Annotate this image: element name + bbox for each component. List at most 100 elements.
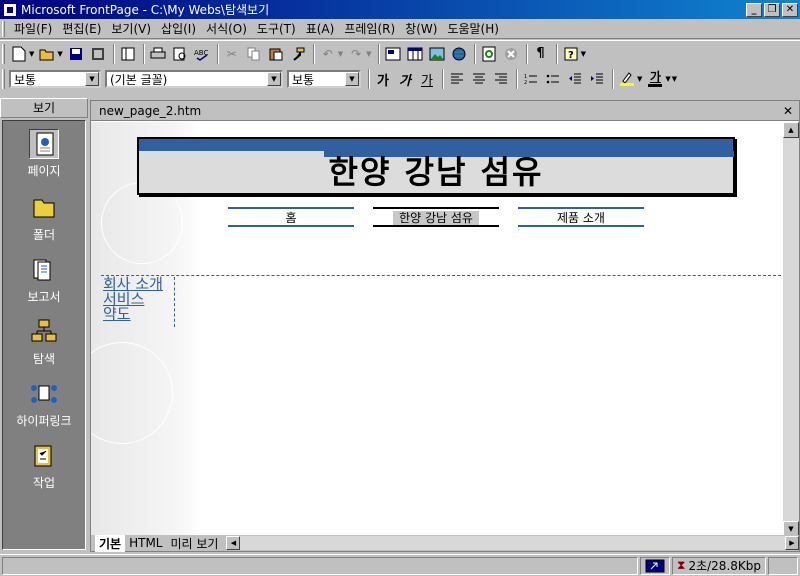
insert-component-icon[interactable] bbox=[383, 44, 403, 64]
menu-grip[interactable] bbox=[2, 20, 5, 37]
standard-toolbar: ▼ ▼ ABC ✂ ↶ ▼ ↷ ▼ ¶ ? ▼ bbox=[0, 40, 800, 66]
nav-button-products[interactable]: 제품 소개 bbox=[518, 207, 644, 227]
highlight-dropdown-icon[interactable]: ▼ bbox=[637, 75, 642, 83]
numbering-icon[interactable]: 12 bbox=[521, 69, 541, 89]
help-dropdown-icon[interactable]: ▼ bbox=[581, 50, 586, 58]
scroll-left-icon[interactable]: ◀ bbox=[226, 536, 241, 550]
underline-button[interactable]: 가 bbox=[417, 69, 437, 89]
web-component-icon[interactable] bbox=[449, 44, 469, 64]
highlight-icon[interactable] bbox=[617, 69, 637, 89]
print-icon[interactable] bbox=[148, 44, 168, 64]
paste-icon[interactable] bbox=[266, 44, 286, 64]
toolbar-separator bbox=[216, 43, 219, 64]
bullets-icon[interactable] bbox=[543, 69, 563, 89]
menu-file[interactable]: 파일(F) bbox=[9, 20, 57, 37]
title-bar: Microsoft FrontPage - C:\My Webs\탐색보기 _ … bbox=[0, 0, 800, 19]
format-painter-icon[interactable] bbox=[288, 44, 308, 64]
formatting-toolbar: 보통 ▼ (기본 글꼴) ▼ 보통 ▼ 가 가 가 12 ▼ 가 ▼ ▼ bbox=[0, 66, 800, 92]
undo-dropdown-icon[interactable]: ▼ bbox=[338, 50, 343, 58]
menu-frames[interactable]: 프레임(R) bbox=[339, 20, 400, 37]
style-select[interactable]: 보통 ▼ bbox=[9, 70, 101, 88]
reports-icon bbox=[29, 255, 59, 285]
insert-picture-icon[interactable] bbox=[427, 44, 447, 64]
close-button[interactable]: ✕ bbox=[782, 2, 798, 17]
minimize-button[interactable]: _ bbox=[746, 2, 762, 17]
view-tasks[interactable]: 작업 bbox=[3, 441, 85, 491]
align-left-icon[interactable] bbox=[447, 69, 467, 89]
help-icon[interactable]: ? bbox=[561, 44, 581, 64]
horizontal-scrollbar[interactable]: ◀ ▶ bbox=[226, 536, 799, 550]
italic-button[interactable]: 가 bbox=[395, 69, 415, 89]
view-navigation[interactable]: 탐색 bbox=[3, 317, 85, 367]
vertical-scrollbar[interactable]: ▲ ▼ bbox=[783, 122, 799, 537]
align-center-icon[interactable] bbox=[469, 69, 489, 89]
chevron-down-icon[interactable]: ▼ bbox=[345, 72, 359, 86]
menu-tools[interactable]: 도구(T) bbox=[252, 20, 301, 37]
increase-indent-icon[interactable] bbox=[587, 69, 607, 89]
navigation-icon bbox=[29, 317, 59, 347]
menu-view[interactable]: 보기(V) bbox=[106, 20, 156, 37]
chevron-down-icon[interactable]: ▼ bbox=[267, 72, 281, 86]
close-document-icon[interactable]: ✕ bbox=[781, 104, 795, 118]
view-page-label: 페이지 bbox=[27, 164, 61, 178]
page-banner[interactable]: 한양 강남 섬유 bbox=[137, 137, 735, 195]
open-folder-icon[interactable] bbox=[37, 44, 57, 64]
toolbar-grip[interactable] bbox=[2, 43, 5, 64]
new-dropdown-icon[interactable]: ▼ bbox=[29, 50, 34, 58]
menu-edit[interactable]: 편집(E) bbox=[57, 20, 106, 37]
refresh-icon[interactable] bbox=[479, 44, 499, 64]
insert-table-icon[interactable] bbox=[405, 44, 425, 64]
menu-format[interactable]: 서식(O) bbox=[201, 20, 252, 37]
print-preview-icon[interactable] bbox=[170, 44, 190, 64]
redo-dropdown-icon[interactable]: ▼ bbox=[366, 50, 371, 58]
open-dropdown-icon[interactable]: ▼ bbox=[57, 50, 62, 58]
chevron-down-icon[interactable]: ▼ bbox=[85, 72, 99, 86]
menu-window[interactable]: 창(W) bbox=[400, 20, 442, 37]
show-all-icon[interactable]: ¶ bbox=[531, 44, 551, 64]
decrease-indent-icon[interactable] bbox=[565, 69, 585, 89]
scroll-right-icon[interactable]: ▶ bbox=[785, 536, 799, 550]
menu-help[interactable]: 도움말(H) bbox=[442, 20, 504, 37]
toolbar-options-icon[interactable]: ▼ bbox=[672, 75, 677, 83]
nav-button-current[interactable]: 한양 강남 섬유 bbox=[373, 207, 499, 227]
tab-normal[interactable]: 기본 bbox=[95, 534, 126, 552]
menu-table[interactable]: 표(A) bbox=[301, 20, 340, 37]
cut-icon[interactable]: ✂ bbox=[222, 44, 242, 64]
undo-icon[interactable]: ↶ bbox=[318, 44, 338, 64]
toolbar-separator bbox=[473, 43, 476, 64]
menu-insert[interactable]: 삽입(I) bbox=[156, 20, 201, 37]
hourglass-icon: ⧗ bbox=[677, 558, 686, 572]
publish-icon[interactable] bbox=[88, 44, 108, 64]
view-folders[interactable]: 폴더 bbox=[3, 193, 85, 243]
redo-icon[interactable]: ↷ bbox=[346, 44, 366, 64]
save-icon[interactable] bbox=[66, 44, 86, 64]
views-header: 보기 bbox=[0, 98, 88, 118]
tab-preview[interactable]: 미리 보기 bbox=[167, 535, 223, 552]
page-editor[interactable]: 한양 강남 섬유 홈 한양 강남 섬유 제품 소개 회사 소개 서비스 약도 bbox=[91, 122, 785, 537]
new-page-icon[interactable] bbox=[9, 44, 29, 64]
bold-button[interactable]: 가 bbox=[373, 69, 393, 89]
nav-button-home[interactable]: 홈 bbox=[228, 207, 354, 227]
view-page[interactable]: 페이지 bbox=[3, 129, 85, 179]
frontpage-app-icon[interactable] bbox=[3, 2, 17, 17]
font-size-select[interactable]: 보통 ▼ bbox=[287, 70, 361, 88]
font-color-label: 가 bbox=[649, 70, 661, 84]
align-right-icon[interactable] bbox=[491, 69, 511, 89]
status-message bbox=[2, 556, 639, 575]
view-hyperlinks[interactable]: 하이퍼링크 bbox=[3, 379, 85, 429]
toolbar-grip[interactable] bbox=[2, 69, 5, 89]
font-select[interactable]: (기본 글꼴) ▼ bbox=[105, 70, 283, 88]
font-color-dropdown-icon[interactable]: ▼ bbox=[665, 75, 670, 83]
scroll-up-icon[interactable]: ▲ bbox=[783, 122, 799, 138]
font-color-button[interactable]: 가 bbox=[645, 69, 665, 89]
menu-bar: 파일(F) 편집(E) 보기(V) 삽입(I) 서식(O) 도구(T) 표(A)… bbox=[0, 19, 800, 39]
link-map[interactable]: 약도 bbox=[103, 307, 174, 322]
tab-html[interactable]: HTML bbox=[125, 536, 166, 550]
folder-list-icon[interactable] bbox=[118, 44, 138, 64]
view-reports[interactable]: 보고서 bbox=[3, 255, 85, 305]
document-filename[interactable]: new_page_2.htm bbox=[99, 104, 781, 118]
stop-icon[interactable] bbox=[501, 44, 521, 64]
restore-button[interactable]: ❐ bbox=[764, 2, 780, 17]
spelling-icon[interactable]: ABC bbox=[192, 44, 212, 64]
copy-icon[interactable] bbox=[244, 44, 264, 64]
